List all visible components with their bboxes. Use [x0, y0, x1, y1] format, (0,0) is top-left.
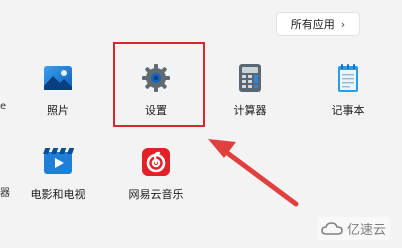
- app-label: 电影和电视: [30, 188, 86, 201]
- app-tile-settings[interactable]: 设置: [121, 62, 191, 134]
- calculator-icon: [239, 64, 261, 92]
- cloud-logo-icon: [321, 221, 343, 235]
- app-label: 网易云音乐: [128, 188, 184, 201]
- clipped-app-label-fragment: e: [0, 101, 7, 112]
- app-tile-photos[interactable]: 照片: [23, 62, 93, 134]
- notepad-icon: [338, 64, 358, 92]
- app-label: 计算器: [233, 104, 267, 117]
- all-apps-button[interactable]: 所有应用 ›: [276, 12, 360, 36]
- app-tile-netease-music[interactable]: 网易云音乐: [121, 146, 191, 218]
- watermark-text: 亿速云: [346, 223, 386, 238]
- app-tile-notepad[interactable]: 记事本: [313, 62, 383, 134]
- all-apps-label: 所有应用: [290, 18, 335, 31]
- start-menu-panel: 所有应用 › e 器 照片 设置 计算器 记事本 电影和电视 网易云音乐 亿速云: [0, 0, 402, 248]
- app-tile-movies-tv[interactable]: 电影和电视: [23, 146, 93, 218]
- app-label: 记事本: [331, 104, 365, 117]
- clipped-app-label-fragment: 器: [0, 188, 10, 199]
- netease-music-icon: [142, 148, 170, 176]
- movies-tv-icon: [43, 148, 74, 174]
- app-label: 设置: [145, 104, 167, 117]
- photos-icon: [44, 66, 72, 90]
- app-label: 照片: [47, 104, 69, 117]
- app-tile-calculator[interactable]: 计算器: [215, 62, 285, 134]
- watermark: 亿速云: [316, 217, 390, 240]
- chevron-right-icon: ›: [340, 17, 346, 31]
- gear-icon: [142, 64, 170, 92]
